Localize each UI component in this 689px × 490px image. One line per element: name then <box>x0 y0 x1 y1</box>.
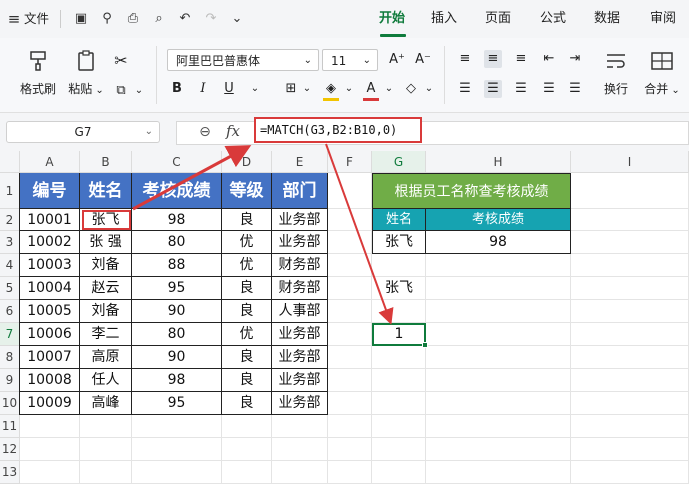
arrow-formula-to-result <box>325 143 394 325</box>
arrow-b-to-formula <box>132 145 252 211</box>
annotation-arrows <box>132 143 394 325</box>
